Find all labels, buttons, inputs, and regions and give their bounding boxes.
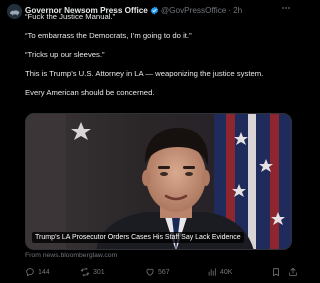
post-text-line: “Fuck the Justice Manual.” bbox=[25, 12, 116, 21]
bookmark-icon bbox=[273, 268, 279, 277]
post-text-line: This is Trump’s U.S. Attorney in LA — we… bbox=[25, 69, 264, 78]
post-text: “Fuck the Justice Manual.” “To embarrass… bbox=[25, 12, 295, 98]
link-card-title: Trump’s LA Prosecutor Orders Cases His S… bbox=[32, 232, 244, 243]
bear-flag-avatar-icon bbox=[7, 4, 22, 19]
repost-icon bbox=[80, 267, 90, 277]
reply-button[interactable]: 144 bbox=[25, 266, 50, 278]
reply-count: 144 bbox=[38, 268, 50, 276]
repost-button[interactable]: 301 bbox=[80, 266, 105, 278]
avatar[interactable] bbox=[7, 4, 22, 19]
like-button[interactable]: 567 bbox=[145, 266, 170, 278]
views-count: 40K bbox=[220, 268, 233, 276]
post-text-line: “Tricks up our sleeves.” bbox=[25, 50, 105, 59]
heart-icon bbox=[146, 268, 154, 276]
link-source[interactable]: From news.bloomberglaw.com bbox=[25, 252, 117, 259]
link-card-image[interactable]: Trump’s LA Prosecutor Orders Cases His S… bbox=[25, 113, 292, 250]
share-button[interactable] bbox=[288, 266, 298, 278]
post-text-line: Every American should be concerned. bbox=[25, 88, 155, 97]
action-bar: 144 301 567 40K bbox=[25, 266, 298, 278]
post[interactable]: Governor Newsom Press Office @GovPressOf… bbox=[0, 0, 300, 283]
post-text-line: “To embarrass the Democrats, I’m going t… bbox=[25, 31, 192, 40]
reply-icon bbox=[26, 268, 34, 277]
views-chart-icon bbox=[208, 268, 216, 276]
bookmark-button[interactable] bbox=[271, 266, 281, 278]
views-button[interactable]: 40K bbox=[207, 266, 232, 278]
repost-count: 301 bbox=[93, 268, 105, 276]
press-photo bbox=[26, 114, 291, 249]
like-count: 567 bbox=[158, 268, 170, 276]
share-icon bbox=[289, 267, 297, 276]
